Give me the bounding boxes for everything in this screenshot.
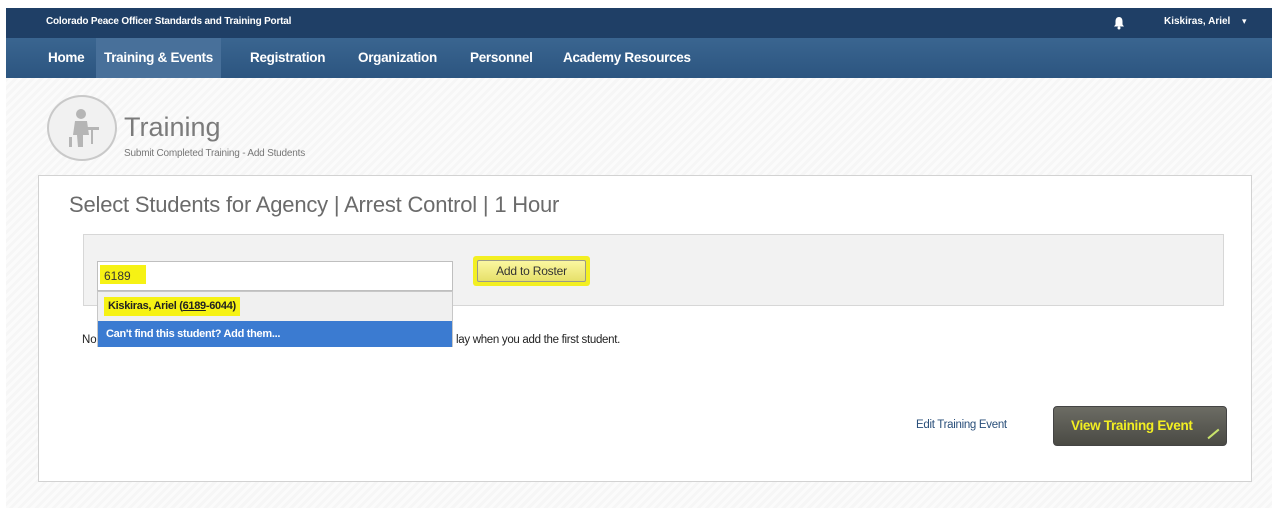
nav-training-events[interactable]: Training & Events <box>96 38 221 78</box>
bell-icon[interactable] <box>1112 16 1126 30</box>
card-heading: Select Students for Agency | Arrest Cont… <box>69 192 560 217</box>
portal-title: Colorado Peace Officer Standards and Tra… <box>46 16 292 27</box>
student-search-input[interactable] <box>97 261 453 291</box>
result-label: Kiskiras, Ariel (6189-6044) <box>104 297 240 316</box>
empty-roster-text-start: No <box>82 334 97 346</box>
main-nav: Home Training & Events Registration Orga… <box>6 38 1272 78</box>
autocomplete-dropdown: Kiskiras, Ariel (6189-6044) Can't find t… <box>97 291 453 347</box>
training-person-icon <box>47 95 117 161</box>
nav-academy-resources[interactable]: Academy Resources <box>555 38 699 78</box>
nav-registration[interactable]: Registration <box>242 38 333 78</box>
nav-personnel[interactable]: Personnel <box>462 38 541 78</box>
add-to-roster-button[interactable]: Add to Roster <box>477 260 586 282</box>
nav-organization[interactable]: Organization <box>350 38 445 78</box>
view-training-event-button[interactable]: View Training Event <box>1053 406 1227 446</box>
chevron-down-icon[interactable]: ▾ <box>1242 16 1247 27</box>
user-menu[interactable]: Kiskiras, Ariel <box>1164 16 1230 27</box>
view-training-event-label: View Training Event <box>1071 418 1193 433</box>
add-to-roster-button-highlight: Add to Roster <box>473 256 590 286</box>
edit-training-event-link[interactable]: Edit Training Event <box>916 419 1007 431</box>
autocomplete-result-item[interactable]: Kiskiras, Ariel (6189-6044) <box>98 292 452 321</box>
add-new-student-option[interactable]: Can't find this student? Add them... <box>98 321 452 347</box>
top-bar: Colorado Peace Officer Standards and Tra… <box>6 8 1272 38</box>
result-match: 6189 <box>182 300 207 312</box>
page-subtitle: Submit Completed Training - Add Students <box>124 148 305 159</box>
nav-home[interactable]: Home <box>40 38 92 78</box>
cursor-mark <box>1207 428 1225 446</box>
result-name: Kiskiras, Ariel ( <box>108 300 183 312</box>
result-rest: -6044) <box>205 300 236 312</box>
empty-roster-text-end: lay when you add the first student. <box>456 334 621 346</box>
page-title: Training <box>124 112 221 142</box>
